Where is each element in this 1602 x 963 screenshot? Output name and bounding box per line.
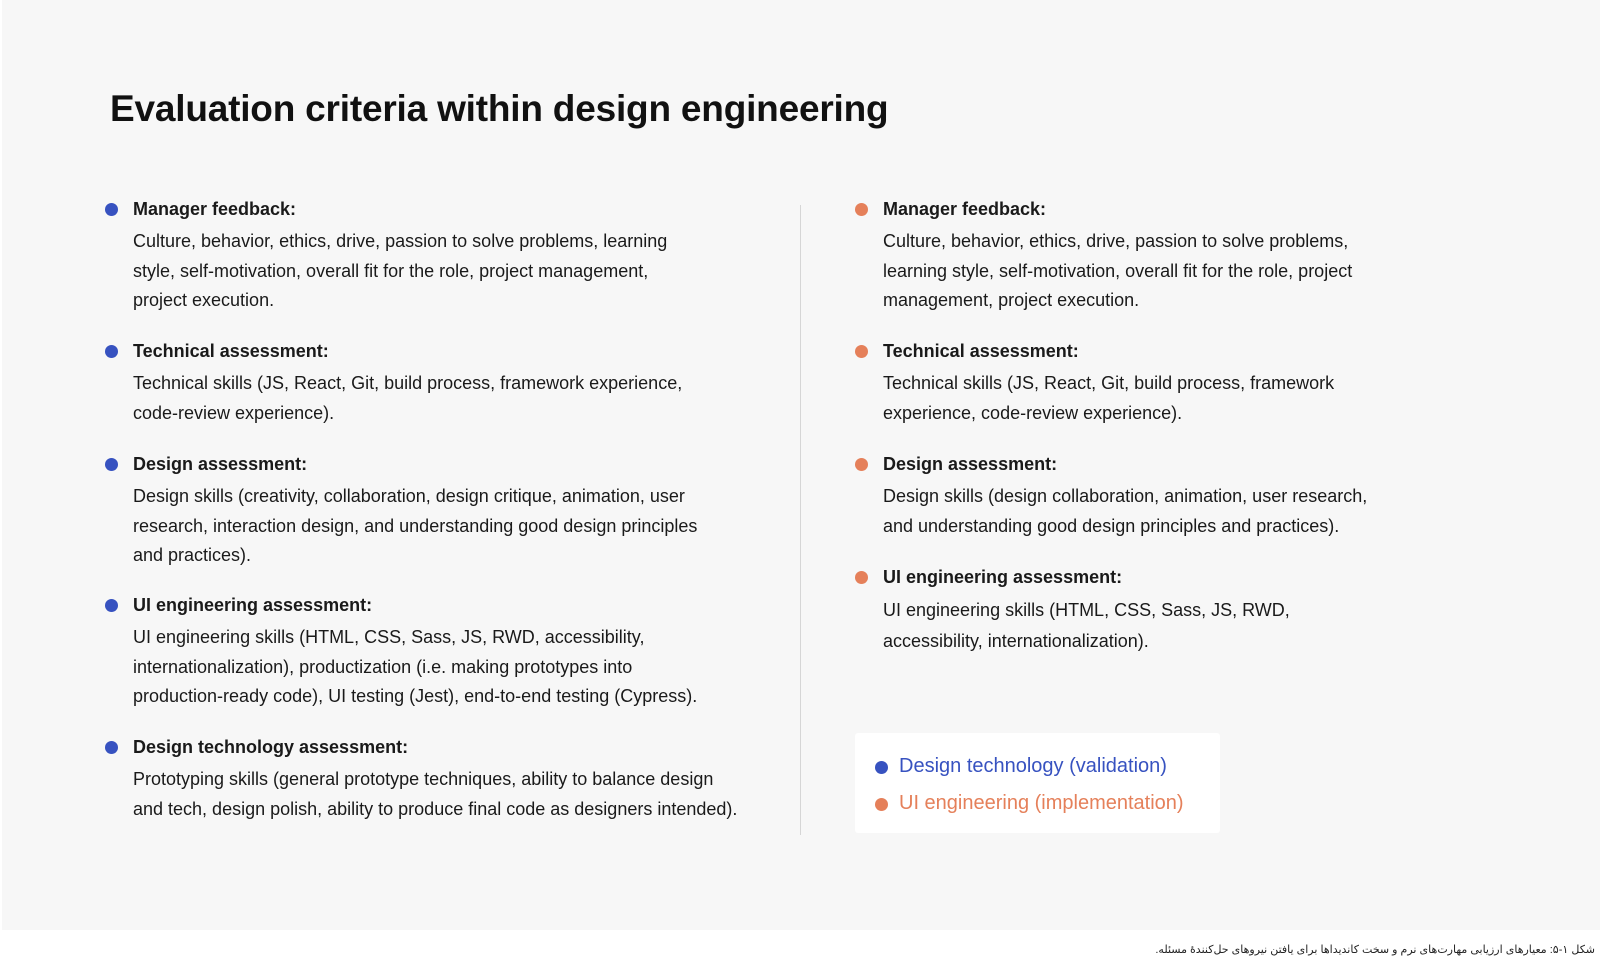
- blue-bullet-icon: [105, 345, 118, 358]
- description-line: learning style, self-motivation, overall…: [883, 260, 1353, 281]
- column-divider: [800, 205, 801, 835]
- description-line: Technical skills (JS, React, Git, build …: [133, 373, 683, 393]
- description-line: style, self-motivation, overall fit for …: [133, 260, 649, 281]
- blue-bullet-icon: [105, 458, 118, 471]
- legend-label: Design technology (validation): [899, 755, 1167, 777]
- description-line: internationalization), productization (i…: [133, 656, 633, 677]
- criterion-heading: Design technology assessment:: [133, 737, 409, 757]
- legend-label: UI engineering (implementation): [899, 792, 1184, 814]
- right-criterion-ui-engineering-assessment: UI engineering assessment: UI engineerin…: [855, 566, 1290, 657]
- description-line: Technical skills (JS, React, Git, build …: [883, 373, 1335, 393]
- legend: Design technology (validation) UI engine…: [855, 733, 1220, 833]
- blue-bullet-icon: [105, 203, 118, 216]
- description-line: UI engineering skills (HTML, CSS, Sass, …: [133, 627, 645, 647]
- criterion-heading: Design assessment:: [133, 454, 308, 474]
- blue-legend-dot-icon: [875, 761, 888, 774]
- left-criterion-design-technology-assessment: Design technology assessment: Prototypin…: [105, 736, 737, 824]
- left-criterion-manager-feedback: Manager feedback: Culture, behavior, eth…: [105, 198, 667, 316]
- orange-bullet-icon: [855, 571, 868, 584]
- description-line: and understanding good design principles…: [883, 515, 1340, 536]
- criterion-description: Technical skills (JS, React, Git, build …: [883, 369, 1334, 428]
- description-line: and practices).: [133, 545, 252, 565]
- description-line: UI engineering skills (HTML, CSS, Sass, …: [883, 600, 1290, 620]
- slide: Evaluation criteria within design engine…: [2, 0, 1600, 930]
- criterion-description: Design skills (creativity, collaboration…: [133, 482, 697, 571]
- orange-bullet-icon: [855, 345, 868, 358]
- criterion-description: Technical skills (JS, React, Git, build …: [133, 369, 682, 428]
- criterion-heading: UI engineering assessment:: [883, 567, 1123, 587]
- description-line: experience, code-review experience).: [883, 402, 1183, 423]
- criterion-heading: Manager feedback:: [883, 199, 1047, 219]
- right-criterion-manager-feedback: Manager feedback: Culture, behavior, eth…: [855, 198, 1352, 316]
- orange-bullet-icon: [855, 203, 868, 216]
- criterion-heading: Technical assessment:: [133, 341, 329, 361]
- description-line: project execution.: [133, 290, 275, 310]
- criterion-description: UI engineering skills (HTML, CSS, Sass, …: [883, 595, 1290, 657]
- description-line: accessibility, internationalization).: [883, 631, 1149, 651]
- description-line: Prototyping skills (general prototype te…: [133, 769, 714, 789]
- description-line: Design skills (design collaboration, ani…: [883, 486, 1368, 506]
- right-criterion-design-assessment: Design assessment: Design skills (design…: [855, 453, 1367, 541]
- description-line: Design skills (creativity, collaboration…: [133, 486, 685, 506]
- description-line: and tech, design polish, ability to prod…: [133, 798, 738, 819]
- description-line: research, interaction design, and unders…: [133, 515, 698, 536]
- criterion-heading: Technical assessment:: [883, 341, 1079, 361]
- description-line: Culture, behavior, ethics, drive, passio…: [883, 231, 1349, 251]
- criterion-description: UI engineering skills (HTML, CSS, Sass, …: [133, 623, 697, 712]
- right-criterion-technical-assessment: Technical assessment: Technical skills (…: [855, 340, 1334, 428]
- orange-bullet-icon: [855, 458, 868, 471]
- criterion-heading: UI engineering assessment:: [133, 595, 373, 615]
- description-line: production-ready code), UI testing (Jest…: [133, 686, 698, 706]
- criterion-description: Culture, behavior, ethics, drive, passio…: [883, 227, 1352, 316]
- figure-caption: شکل ۱-۵: معیارهای ارزیابی مهارت‌های نرم …: [1155, 944, 1595, 956]
- criterion-description: Design skills (design collaboration, ani…: [883, 482, 1367, 541]
- criterion-heading: Design assessment:: [883, 454, 1058, 474]
- description-line: management, project execution.: [883, 290, 1140, 310]
- legend-item-ui-engineering: UI engineering (implementation): [875, 792, 1184, 815]
- left-criterion-technical-assessment: Technical assessment: Technical skills (…: [105, 340, 682, 428]
- slide-title: Evaluation criteria within design engine…: [110, 88, 889, 129]
- left-criterion-ui-engineering-assessment: UI engineering assessment: UI engineerin…: [105, 594, 697, 712]
- blue-bullet-icon: [105, 741, 118, 754]
- description-line: Culture, behavior, ethics, drive, passio…: [133, 231, 668, 251]
- description-line: code-review experience).: [133, 402, 335, 423]
- blue-bullet-icon: [105, 599, 118, 612]
- orange-legend-dot-icon: [875, 798, 888, 811]
- criterion-description: Prototyping skills (general prototype te…: [133, 765, 737, 824]
- left-criterion-design-assessment: Design assessment: Design skills (creati…: [105, 453, 697, 571]
- criterion-heading: Manager feedback:: [133, 199, 297, 219]
- criterion-description: Culture, behavior, ethics, drive, passio…: [133, 227, 667, 316]
- legend-item-design-technology: Design technology (validation): [875, 755, 1167, 778]
